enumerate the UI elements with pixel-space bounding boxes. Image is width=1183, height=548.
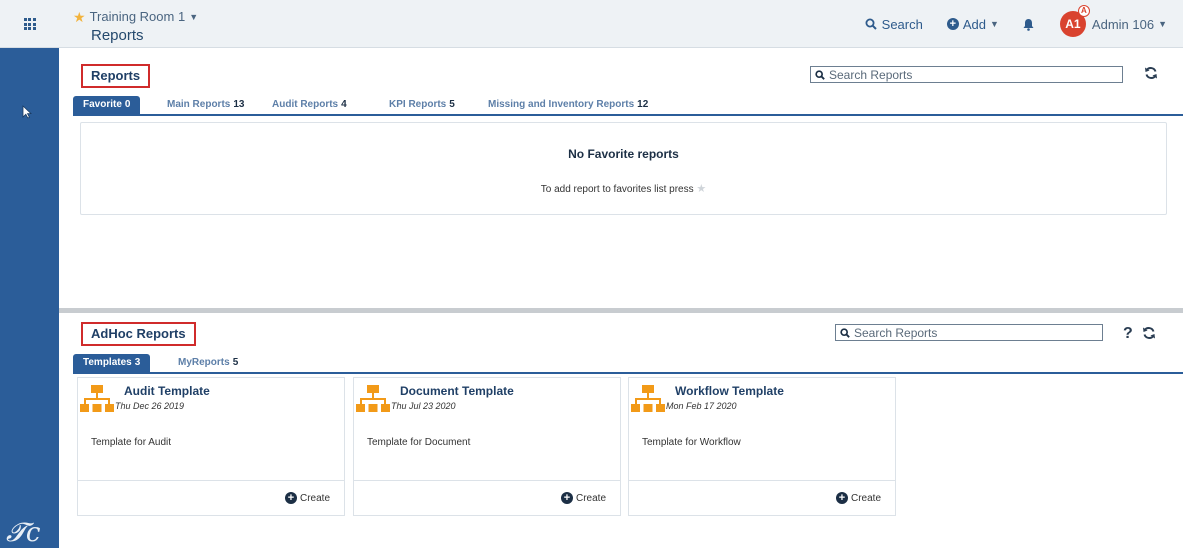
add-label: Add [962, 16, 986, 32]
chevron-down-icon: ▼ [189, 11, 199, 22]
page-title: Reports [91, 27, 144, 44]
tabs-underline [73, 372, 1183, 374]
create-button[interactable]: + Create [560, 492, 606, 504]
apps-menu-button[interactable] [0, 0, 59, 48]
template-title: Workflow Template [675, 384, 784, 398]
template-description: Template for Workflow [642, 437, 741, 448]
org-chart-icon [80, 385, 114, 412]
card-footer: + Create [78, 480, 344, 515]
tab-templates[interactable]: Templates 3 [73, 354, 151, 372]
empty-state-note: To add report to favorites list press ★ [540, 183, 707, 195]
favorites-panel: No Favorite reports To add report to fav… [80, 122, 1167, 215]
avatar-initials: A1 [1065, 17, 1081, 31]
reports-section-title: Reports [81, 64, 151, 88]
refresh-icon[interactable] [1142, 326, 1156, 340]
tab-myreports[interactable]: MyReports 5 [178, 354, 238, 372]
tabs-underline [73, 114, 1183, 116]
template-date: Thu Jul 23 2020 [391, 401, 456, 411]
tab-main-reports[interactable]: Main Reports 13 [167, 96, 244, 114]
template-date: Mon Feb 17 2020 [666, 401, 737, 411]
create-button[interactable]: + Create [284, 492, 330, 504]
template-date: Thu Dec 26 2019 [115, 401, 185, 411]
star-icon: ★ [73, 8, 86, 25]
avatar-badge: A [1077, 5, 1090, 17]
star-icon: ★ [696, 183, 707, 195]
room-name: Training Room 1 [89, 9, 186, 24]
brand-logo: 𝓣c [6, 518, 41, 548]
search-label: Search [881, 16, 923, 32]
refresh-icon[interactable] [1144, 66, 1158, 80]
breadcrumb: ★ Training Room 1 ▼ Reports [73, 9, 198, 44]
tab-favorite[interactable]: Favorite 0 [73, 96, 141, 114]
search-icon [865, 18, 877, 30]
bell-icon [1023, 18, 1034, 31]
template-description: Template for Audit [91, 437, 172, 448]
plus-circle-icon: + [284, 492, 297, 504]
apps-grid-icon [23, 18, 36, 30]
template-title: Document Template [400, 384, 514, 398]
help-icon[interactable]: ? [1123, 325, 1133, 343]
tab-missing-inventory-reports[interactable]: Missing and Inventory Reports 12 [488, 96, 648, 114]
room-selector[interactable]: ★ Training Room 1 ▼ [73, 9, 198, 24]
reports-search-input[interactable]: Search Reports [810, 66, 1123, 83]
avatar[interactable]: A1 A [1059, 5, 1090, 37]
adhoc-section-title: AdHoc Reports [81, 322, 196, 346]
template-card[interactable]: Workflow Template Mon Feb 17 2020 Templa… [628, 377, 896, 516]
org-chart-icon [631, 385, 665, 412]
card-footer: + Create [354, 480, 620, 515]
chevron-down-icon: ▼ [1158, 19, 1167, 29]
tab-audit-reports[interactable]: Audit Reports 4 [272, 96, 347, 114]
top-actions: Search + Add ▼ A1 A Admin 106 ▼ [865, 0, 1183, 48]
section-divider [59, 308, 1183, 313]
org-chart-icon [356, 385, 390, 412]
plus-circle-icon: + [835, 492, 848, 504]
mouse-pointer-icon [22, 105, 32, 119]
plus-circle-icon: + [946, 18, 959, 30]
adhoc-search-input[interactable]: Search Reports [835, 324, 1103, 341]
template-card[interactable]: Audit Template Thu Dec 26 2019 Template … [77, 377, 345, 516]
create-button[interactable]: + Create [835, 492, 881, 504]
user-menu[interactable]: Admin 106 ▼ [1092, 17, 1167, 32]
global-search-button[interactable]: Search [865, 17, 923, 32]
chevron-down-icon: ▼ [990, 19, 999, 29]
add-button[interactable]: + Add ▼ [946, 16, 999, 32]
search-icon [840, 327, 850, 338]
empty-state-title: No Favorite reports [568, 147, 679, 161]
template-title: Audit Template [124, 384, 210, 398]
notifications-button[interactable] [1023, 18, 1034, 31]
tab-kpi-reports[interactable]: KPI Reports 5 [389, 96, 455, 114]
template-card[interactable]: Document Template Thu Jul 23 2020 Templa… [353, 377, 621, 516]
user-name: Admin 106 [1091, 16, 1155, 32]
sidebar: 𝓣c [0, 48, 59, 548]
search-icon [815, 69, 825, 80]
reports-search-placeholder: Search Reports [829, 67, 913, 82]
template-description: Template for Document [367, 437, 471, 448]
adhoc-search-placeholder: Search Reports [854, 325, 938, 340]
plus-circle-icon: + [560, 492, 573, 504]
top-bar: ★ Training Room 1 ▼ Reports Search + Add… [0, 0, 1183, 48]
card-footer: + Create [629, 480, 895, 515]
